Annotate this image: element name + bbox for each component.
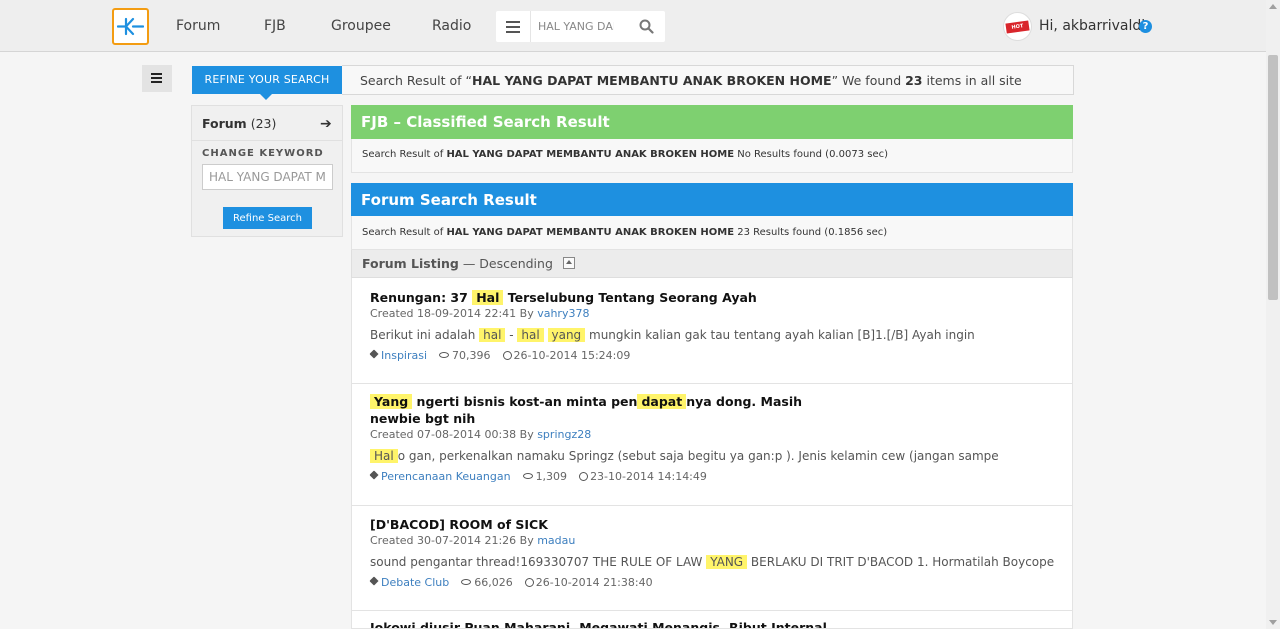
fjb-section-title: FJB – Classified Search Result	[351, 105, 1073, 139]
refine-search-button[interactable]: Refine Search	[223, 207, 312, 229]
top-navbar: Forum FJB Groupee Radio HOT NEWS Hi, akb…	[0, 0, 1266, 52]
view-count: 70,396	[452, 349, 491, 362]
result-item: Yang ngerti bisnis kost-an minta pen dapa…	[351, 384, 1073, 506]
result-title[interactable]: Yang ngerti bisnis kost-an minta pen dapa…	[370, 393, 1054, 427]
result-footer: Inspirasi 70,396 26-10-2014 15:24:09	[369, 349, 1054, 362]
sidebar-toggle-button[interactable]	[142, 65, 172, 92]
result-title[interactable]: Jokowi diusir Puan Maharani, Megawati Me…	[370, 619, 1054, 628]
result-snippet: sound pengantar thread!169330707 THE RUL…	[370, 555, 1055, 569]
result-item: Renungan: 37 Hal Terselubung Tentang Seo…	[351, 278, 1073, 384]
eye-icon	[439, 352, 450, 358]
forum-result-info: Search Result of HAL YANG DAPAT MEMBANTU…	[351, 216, 1073, 250]
change-keyword-label: CHANGE KEYWORD	[202, 148, 324, 159]
result-meta: Created 18-09-2014 22:41 By vahry378	[370, 307, 590, 320]
tag-icon	[369, 349, 379, 359]
tag-icon	[369, 470, 379, 480]
panel-divider	[192, 140, 342, 141]
search-summary-text: Search Result of “HAL YANG DAPAT MEMBANT…	[360, 73, 1022, 88]
page-scrollbar[interactable]	[1266, 0, 1280, 629]
forum-listing-bar: Forum Listing — Descending	[351, 250, 1073, 278]
result-footer: Debate Club 66,026 26-10-2014 21:38:40	[369, 576, 1054, 589]
menu-icon[interactable]	[506, 21, 520, 33]
clock-icon	[579, 472, 589, 481]
sort-toggle-icon[interactable]	[562, 256, 575, 269]
user-greeting[interactable]: Hi, akbarrivaldi	[1039, 18, 1145, 34]
nav-forum-link[interactable]: Forum	[176, 18, 220, 34]
arrow-right-icon[interactable]: ➔	[320, 116, 332, 132]
scroll-up-arrow-icon[interactable]	[1269, 4, 1277, 9]
result-meta: Created 30-07-2014 21:26 By madau	[370, 534, 576, 547]
view-count: 66,026	[474, 576, 513, 589]
tag-icon	[369, 576, 379, 586]
category-link[interactable]: Perencanaan Keuangan	[381, 470, 511, 483]
result-item: Jokowi diusir Puan Maharani, Megawati Me…	[351, 611, 1073, 629]
last-post-time: 26-10-2014 21:38:40	[535, 576, 653, 589]
author-link[interactable]: madau	[537, 534, 575, 547]
last-post-time: 26-10-2014 15:24:09	[513, 349, 631, 362]
last-post-time: 23-10-2014 14:14:49	[590, 470, 707, 483]
hamburger-icon	[151, 73, 162, 85]
refine-panel: Forum (23) ➔ CHANGE KEYWORD Refine Searc…	[191, 105, 343, 237]
avatar-badge: HOT NEWS	[1005, 20, 1030, 40]
search-input[interactable]	[538, 17, 614, 36]
logo-mark-icon	[117, 17, 144, 36]
scroll-down-arrow-icon[interactable]	[1269, 620, 1277, 625]
result-title[interactable]: [D'BACOD] ROOM of SICK	[370, 516, 1054, 533]
result-footer: Perencanaan Keuangan 1,309 23-10-2014 14:1…	[369, 470, 1054, 483]
view-count: 1,309	[535, 470, 568, 483]
eye-icon	[461, 579, 472, 585]
category-link[interactable]: Inspirasi	[381, 349, 427, 362]
help-icon[interactable]: ?	[1139, 20, 1152, 33]
nav-fjb-link[interactable]: FJB	[264, 18, 286, 34]
search-box	[496, 11, 665, 42]
user-avatar[interactable]: HOT NEWS	[1003, 12, 1032, 41]
forum-section-title: Forum Search Result	[351, 183, 1073, 216]
category-link[interactable]: Debate Club	[381, 576, 449, 589]
clock-icon	[502, 351, 512, 360]
search-summary-bar: Search Result of “HAL YANG DAPAT MEMBANT…	[342, 65, 1074, 95]
forum-filter[interactable]: Forum (23)	[202, 116, 276, 131]
result-title[interactable]: Renungan: 37 Hal Terselubung Tentang Seo…	[370, 289, 1054, 306]
result-item: [D'BACOD] ROOM of SICK Created 30-07-201…	[351, 506, 1073, 611]
author-link[interactable]: springz28	[537, 428, 591, 441]
result-meta: Created 07-08-2014 00:38 By springz28	[370, 428, 592, 441]
search-icon[interactable]	[639, 19, 654, 34]
author-link[interactable]: vahry378	[537, 307, 589, 320]
scroll-thumb[interactable]	[1268, 55, 1278, 300]
result-snippet: Berikut ini adalah hal - hal yang mungki…	[370, 328, 975, 342]
kaskus-logo[interactable]	[112, 8, 149, 45]
keyword-input[interactable]	[202, 164, 333, 190]
clock-icon	[524, 578, 534, 587]
nav-radio-link[interactable]: Radio	[432, 18, 471, 34]
eye-icon	[522, 473, 533, 479]
nav-groupee-link[interactable]: Groupee	[331, 18, 391, 34]
refine-search-tab[interactable]: REFINE YOUR SEARCH	[192, 66, 342, 100]
result-snippet: Hal o gan, perkenalkan namaku Springz (se…	[370, 448, 1054, 464]
search-divider	[530, 11, 531, 42]
fjb-result-info: Search Result of HAL YANG DAPAT MEMBANTU…	[351, 139, 1073, 173]
